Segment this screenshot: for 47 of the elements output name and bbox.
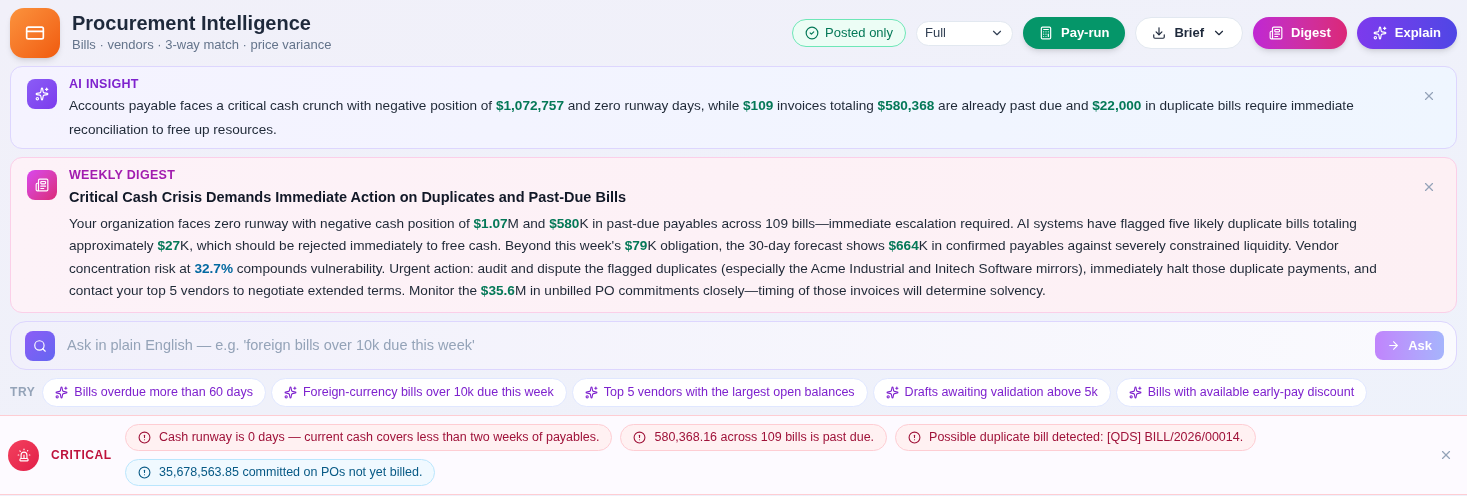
alert-chip: Possible duplicate bill detected: [QDS] BILL/2026/00014. (895, 424, 1257, 451)
sparkles-icon (1128, 385, 1142, 399)
payrun-button[interactable]: Pay-run (1023, 17, 1126, 49)
siren-icon (16, 448, 31, 462)
newspaper-icon (35, 178, 49, 192)
newspaper-icon (1269, 26, 1283, 40)
suggestion-chip[interactable]: Foreign-currency bills over 10k due this week (270, 377, 567, 407)
digest-text: Your organization faces zero runway with negative cash position of $1.07M and $580K in past-due payables across 109 bills—immediate escalation required. AI systems have flagged five likely duplicate bills totaling approximately $27K, which should be rejected immediately to free cash. Beyond this week's $79K obligation, the 30-day forecast shows $664K in confirmed payables against severely constrained liquidity. Vendor concentration risk at 32.7% compounds vulnerability. Urgent action: audit and dispute the flagged duplicates (especially the Acme Industrial and Initech Software mirrors), immediately halt those duplicate payments, and contact your top 5 vendors to negotiate extended terms. Monitor the $35.6M in unbilled PO commitments closely—timing of those invoices will determine solvency. (69, 214, 1378, 300)
page-subtitle: Bills · vendors · 3-way match · price variance (72, 36, 332, 55)
explain-button[interactable]: Explain (1356, 17, 1457, 49)
alert-icon (138, 431, 151, 444)
arrow-right-icon (1387, 339, 1401, 352)
close-icon[interactable] (1422, 89, 1436, 103)
digest-button[interactable]: Digest (1253, 17, 1347, 49)
alert-chip: 580,368.16 across 109 bills is past due. (620, 424, 888, 451)
suggestion-chip[interactable]: Drafts awaiting validation above 5k (872, 377, 1111, 407)
sparkles-icon (885, 385, 899, 399)
sparkles-icon (283, 385, 297, 399)
insight-label: AI INSIGHT (69, 76, 140, 93)
suggestion-chip[interactable]: Bills with available early-pay discount (1115, 377, 1368, 407)
download-icon (1152, 26, 1167, 40)
card-icon (25, 23, 45, 43)
suggestion-chip[interactable]: Top 5 vendors with the largest open balances (571, 377, 868, 407)
brief-button[interactable]: Brief (1135, 17, 1243, 49)
sparkles-icon (584, 385, 598, 399)
page-title: Procurement Intelligence (72, 11, 312, 36)
sparkles-icon (55, 385, 69, 399)
try-label: TRY (10, 384, 36, 401)
digest-title: Critical Cash Crisis Demands Immediate Action on Duplicates and Past-Due Bills (69, 187, 628, 207)
search-icon (33, 338, 47, 353)
digest-label: WEEKLY DIGEST (69, 167, 177, 184)
alert-chip: Cash runway is 0 days — current cash covers less than two weeks of payables. (125, 424, 613, 451)
close-icon[interactable] (1439, 448, 1453, 462)
close-icon[interactable] (1422, 180, 1436, 194)
sparkles-icon (35, 87, 49, 101)
alert-icon (633, 431, 647, 444)
check-circle-icon (805, 26, 820, 40)
suggestion-chip[interactable]: Bills overdue more than 60 days (42, 377, 266, 407)
calculator-icon (1039, 26, 1053, 40)
posted-only-toggle[interactable]: Posted only (792, 19, 906, 47)
view-select[interactable]: Full (916, 20, 1013, 46)
alert-icon (908, 431, 922, 444)
alerts-label: CRITICAL (51, 447, 111, 464)
insight-text: Accounts payable faces a critical cash crunch with negative position of $1,072,757 and zero runway days, while $109 invoices totaling $580,368 are already past due and $22,000 in duplicate bills require immediate reconciliation to free up resources. (69, 96, 1355, 139)
alert-chip: 35,678,563.85 committed on POs not yet billed. (125, 459, 436, 486)
sparkles-icon (1372, 26, 1387, 40)
alert-icon (138, 466, 151, 479)
